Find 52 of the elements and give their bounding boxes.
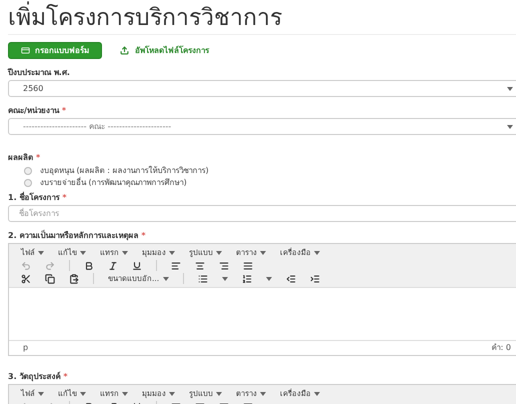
upload-link[interactable]: อัพโหลดไฟล์โครงการ [120, 44, 209, 57]
caret-icon [163, 276, 170, 280]
card-icon [21, 46, 30, 55]
bold-icon[interactable] [84, 260, 94, 270]
numbered-list-icon[interactable] [242, 274, 252, 284]
caret-icon [38, 392, 44, 396]
caret-icon [260, 392, 266, 396]
field-label: 2. ความเป็นมาหรือหลักการและเหตุผล * [8, 231, 146, 241]
input-field[interactable]: ชื่อโครงการ [8, 205, 516, 222]
caret-icon [122, 392, 128, 396]
select-field[interactable]: 2560 [8, 80, 516, 97]
caret-icon [169, 392, 175, 396]
copy-icon[interactable] [45, 274, 55, 284]
paste-icon[interactable] [69, 274, 79, 284]
field-label: ปีงบประมาณ พ.ศ. [8, 68, 70, 78]
align-justify-icon[interactable] [243, 260, 253, 270]
element-path: p [23, 343, 28, 353]
word-count: คำ: 0 [492, 343, 511, 353]
caret-icon [266, 276, 272, 280]
caret-icon [216, 392, 222, 396]
underline-icon[interactable] [132, 260, 142, 270]
caret-icon [507, 86, 513, 90]
caret-icon [222, 276, 228, 280]
upload-icon [120, 46, 129, 55]
form-button[interactable]: กรอกแบบฟอร์ม [8, 42, 102, 59]
italic-icon[interactable] [108, 260, 118, 270]
caret-icon [38, 250, 44, 254]
cut-icon[interactable] [21, 274, 31, 284]
caret-icon [314, 392, 320, 396]
radio-button[interactable] [24, 167, 32, 175]
caret-icon [507, 124, 513, 128]
field-label: 3. วัตถุประสงค์ * [8, 372, 68, 382]
caret-icon [216, 250, 222, 254]
radio-button[interactable] [24, 179, 32, 187]
field-label: 1. ชื่อโครงการ * [8, 193, 67, 203]
align-right-icon[interactable] [219, 260, 229, 270]
radio-option[interactable]: งบอุดหนุน (ผลผลิต : ผลงานการให้บริการวิชาการ) [8, 165, 516, 177]
caret-icon [169, 250, 175, 254]
caret-icon [80, 250, 86, 254]
bullet-list-icon[interactable] [198, 274, 208, 284]
align-center-icon[interactable] [195, 260, 205, 270]
field-label: คณะ/หน่วยงาน * [8, 106, 66, 116]
field-label: ผลผลิต * [8, 153, 40, 163]
caret-icon [314, 250, 320, 254]
radio-option[interactable]: งบรายจ่ายอื่น (การพัฒนาคุณภาพการศึกษา) [8, 177, 516, 189]
select-field[interactable]: ---------------------- คณะ ---------------------- [8, 118, 516, 135]
caret-icon [260, 250, 266, 254]
outdent-icon[interactable] [286, 274, 296, 284]
caret-icon [80, 392, 86, 396]
indent-icon[interactable] [310, 274, 320, 284]
align-left-icon[interactable] [171, 260, 181, 270]
caret-icon [122, 250, 128, 254]
